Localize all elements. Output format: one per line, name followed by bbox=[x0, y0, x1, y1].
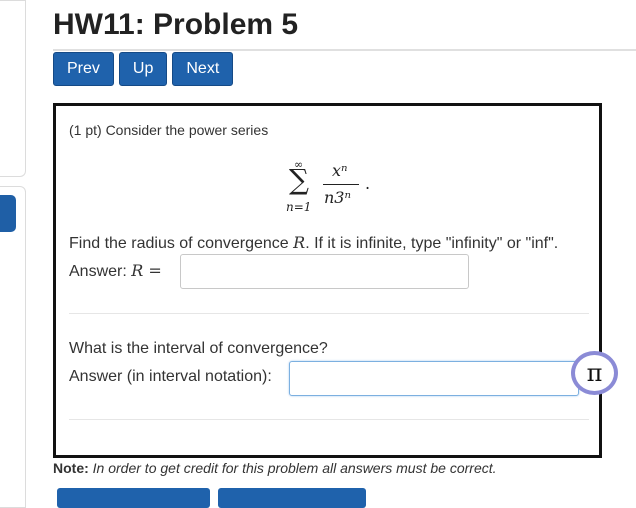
submit-answers-button[interactable] bbox=[57, 488, 210, 508]
interval-answer-input[interactable] bbox=[289, 361, 579, 396]
sum-lower-limit: n=1 bbox=[286, 200, 312, 214]
series-numerator: xⁿ bbox=[332, 161, 348, 180]
question-radius-text-2: . If it is infinite, type "infinity" or … bbox=[305, 235, 559, 252]
note-text: In order to get credit for this problem … bbox=[88, 460, 497, 476]
title-divider bbox=[53, 49, 636, 51]
sidebar-toggle-tab[interactable] bbox=[0, 195, 16, 232]
problem-nav: Prev Up Next bbox=[53, 52, 234, 86]
answer-interval-label: Answer (in interval notation): bbox=[69, 368, 272, 385]
problem-body: (1 pt) Consider the power series ∞ ∑ n=1… bbox=[53, 103, 602, 458]
pi-glyph: π bbox=[586, 359, 603, 387]
prev-button[interactable]: Prev bbox=[53, 52, 114, 86]
problem-intro: (1 pt) Consider the power series bbox=[69, 122, 269, 138]
credit-note: Note: In order to get credit for this pr… bbox=[53, 460, 497, 476]
series-denominator: n3ⁿ bbox=[324, 188, 351, 207]
series-period: . bbox=[365, 174, 371, 193]
next-button[interactable]: Next bbox=[172, 52, 234, 86]
note-label: Note: bbox=[53, 460, 89, 476]
radius-variable: R bbox=[293, 233, 306, 252]
equation-editor-pi-icon[interactable]: π bbox=[571, 351, 618, 395]
answer-radius-label: Answer: R = bbox=[69, 261, 162, 281]
answer-radius-variable: R bbox=[131, 261, 144, 280]
power-series-formula: ∞ ∑ n=1 xⁿ n3ⁿ . bbox=[284, 158, 384, 216]
question-radius: Find the radius of convergence R. If it … bbox=[69, 233, 558, 253]
sum-symbol: ∑ bbox=[289, 163, 309, 196]
answer-divider-2 bbox=[69, 419, 589, 420]
fraction-bar bbox=[323, 184, 359, 185]
check-answers-button[interactable] bbox=[218, 488, 366, 508]
left-sidebar-panel bbox=[0, 0, 26, 177]
left-sidebar-panel-lower bbox=[0, 186, 26, 508]
radius-answer-input[interactable] bbox=[180, 254, 469, 289]
question-radius-text: Find the radius of convergence bbox=[69, 235, 294, 252]
question-interval: What is the interval of convergence? bbox=[69, 340, 328, 357]
answer-label-text: Answer: bbox=[69, 263, 132, 280]
page-title: HW11: Problem 5 bbox=[53, 8, 299, 41]
up-button[interactable]: Up bbox=[118, 52, 168, 86]
answer-equals: = bbox=[143, 261, 162, 280]
answer-divider-1 bbox=[69, 313, 589, 314]
